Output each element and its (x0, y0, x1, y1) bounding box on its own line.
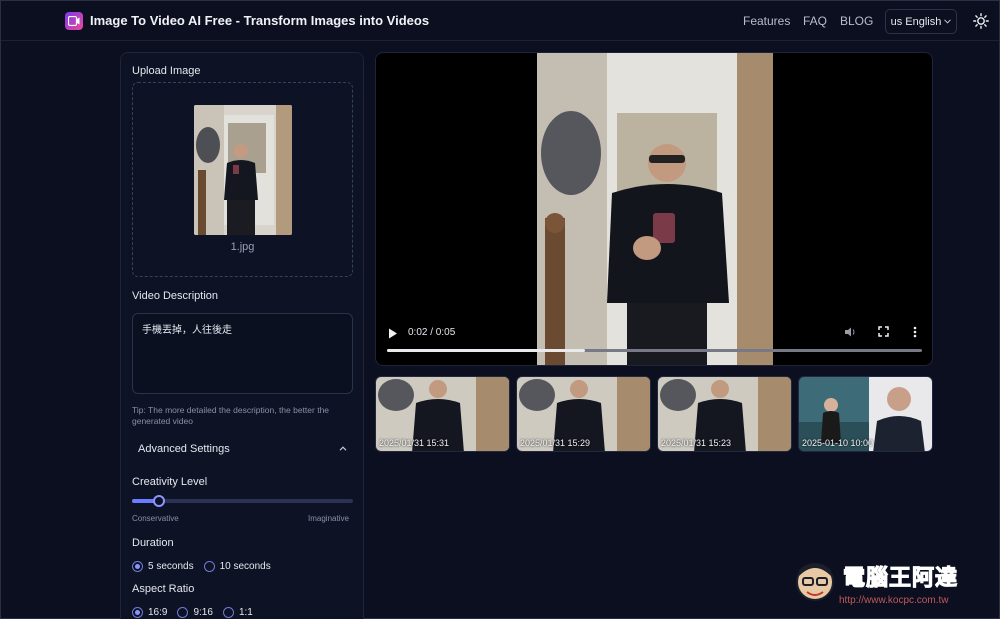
video-progress-bar[interactable] (387, 349, 922, 352)
creativity-max-label: Imaginative (308, 514, 349, 523)
history-video-card[interactable]: 2025-01-10 10:00 (798, 376, 933, 452)
aspect-ratio-option-9-16[interactable]: 9:16 (177, 606, 213, 618)
video-description-textarea[interactable]: 手機丟掉，人往後走 (132, 313, 353, 394)
video-progress-fill (387, 349, 585, 352)
image-upload-dropzone[interactable]: 1.jpg (132, 82, 353, 277)
radio-checked-icon (132, 606, 143, 618)
more-options-icon[interactable] (913, 326, 917, 338)
radio-checked-icon (132, 560, 143, 572)
watermark-text: 電腦王阿達 (842, 566, 959, 592)
creativity-slider[interactable] (132, 495, 353, 507)
aspect-ratio-option-16-9[interactable]: 16:9 (132, 606, 168, 618)
uploaded-file-name: 1.jpg (230, 241, 255, 253)
radio-unchecked-icon (222, 606, 234, 618)
history-video-card[interactable]: 2025/01/31 15:31 (375, 376, 510, 452)
chevron-up-icon (339, 446, 347, 451)
video-time: 0:02 / 0:05 (408, 327, 456, 338)
site-watermark: 電腦王阿達 http://www.kocpc.com.tw (793, 554, 993, 614)
nav-blog-link[interactable]: BLOG (840, 14, 873, 28)
uploaded-image-preview (194, 105, 292, 235)
history-video-card[interactable]: 2025/01/31 15:29 (516, 376, 651, 452)
aspect-ratio-option-label: 1:1 (238, 606, 253, 618)
aspect-ratio-radio-group: 16:9 9:16 1:1 (132, 605, 263, 619)
creativity-min-label: Conservative (132, 514, 179, 523)
creativity-slider-thumb[interactable] (152, 495, 165, 507)
duration-option-5s[interactable]: 5 seconds (132, 560, 194, 572)
language-selector[interactable]: us English (885, 9, 957, 34)
video-description-label: Video Description (132, 290, 219, 302)
history-date: 2025-01-10 10:00 (802, 438, 874, 448)
volume-icon[interactable] (844, 326, 856, 338)
nav-faq-link[interactable]: FAQ (803, 14, 827, 28)
fullscreen-icon[interactable] (878, 326, 889, 337)
aspect-ratio-option-1-1[interactable]: 1:1 (222, 606, 253, 618)
generation-settings-panel: Upload Image 1.jpg Video Description 手機丟… (120, 52, 364, 619)
duration-option-label: 10 seconds (219, 560, 271, 572)
sun-icon[interactable] (973, 13, 989, 29)
history-date: 2025/01/31 15:23 (661, 438, 732, 448)
watermark-url: http://www.kocpc.com.tw (839, 595, 949, 606)
language-label: us English (890, 15, 942, 28)
creativity-level-label: Creativity Level (132, 476, 208, 488)
mascot-logo-icon (796, 563, 834, 601)
upload-image-label: Upload Image (132, 65, 201, 77)
app-logo-icon[interactable] (65, 12, 83, 30)
app-title[interactable]: Image To Video AI Free - Transform Image… (90, 13, 429, 28)
duration-label: Duration (132, 537, 174, 549)
nav-features-link[interactable]: Features (743, 14, 790, 28)
duration-option-label: 5 seconds (148, 560, 194, 572)
advanced-settings-label: Advanced Settings (138, 443, 230, 455)
history-date: 2025/01/31 15:29 (520, 438, 591, 448)
aspect-ratio-option-label: 16:9 (148, 606, 168, 618)
advanced-settings-toggle[interactable]: Advanced Settings (132, 439, 353, 461)
video-player[interactable]: 0:02 / 0:05 (375, 52, 933, 366)
play-icon[interactable] (388, 328, 398, 339)
description-tip: Tip: The more detailed the description, … (132, 405, 330, 426)
history-video-card[interactable]: 2025/01/31 15:23 (657, 376, 792, 452)
duration-option-10s[interactable]: 10 seconds (203, 560, 271, 572)
radio-unchecked-icon (203, 560, 215, 572)
top-header: Image To Video AI Free - Transform Image… (1, 1, 999, 41)
radio-unchecked-icon (177, 606, 189, 618)
history-date: 2025/01/31 15:31 (379, 438, 450, 448)
aspect-ratio-option-label: 9:16 (193, 606, 213, 618)
chevron-down-icon (944, 19, 952, 24)
video-frame (537, 53, 773, 365)
video-controls: 0:02 / 0:05 (376, 321, 932, 365)
aspect-ratio-label: Aspect Ratio (132, 583, 195, 595)
duration-radio-group: 5 seconds 10 seconds (132, 559, 281, 573)
